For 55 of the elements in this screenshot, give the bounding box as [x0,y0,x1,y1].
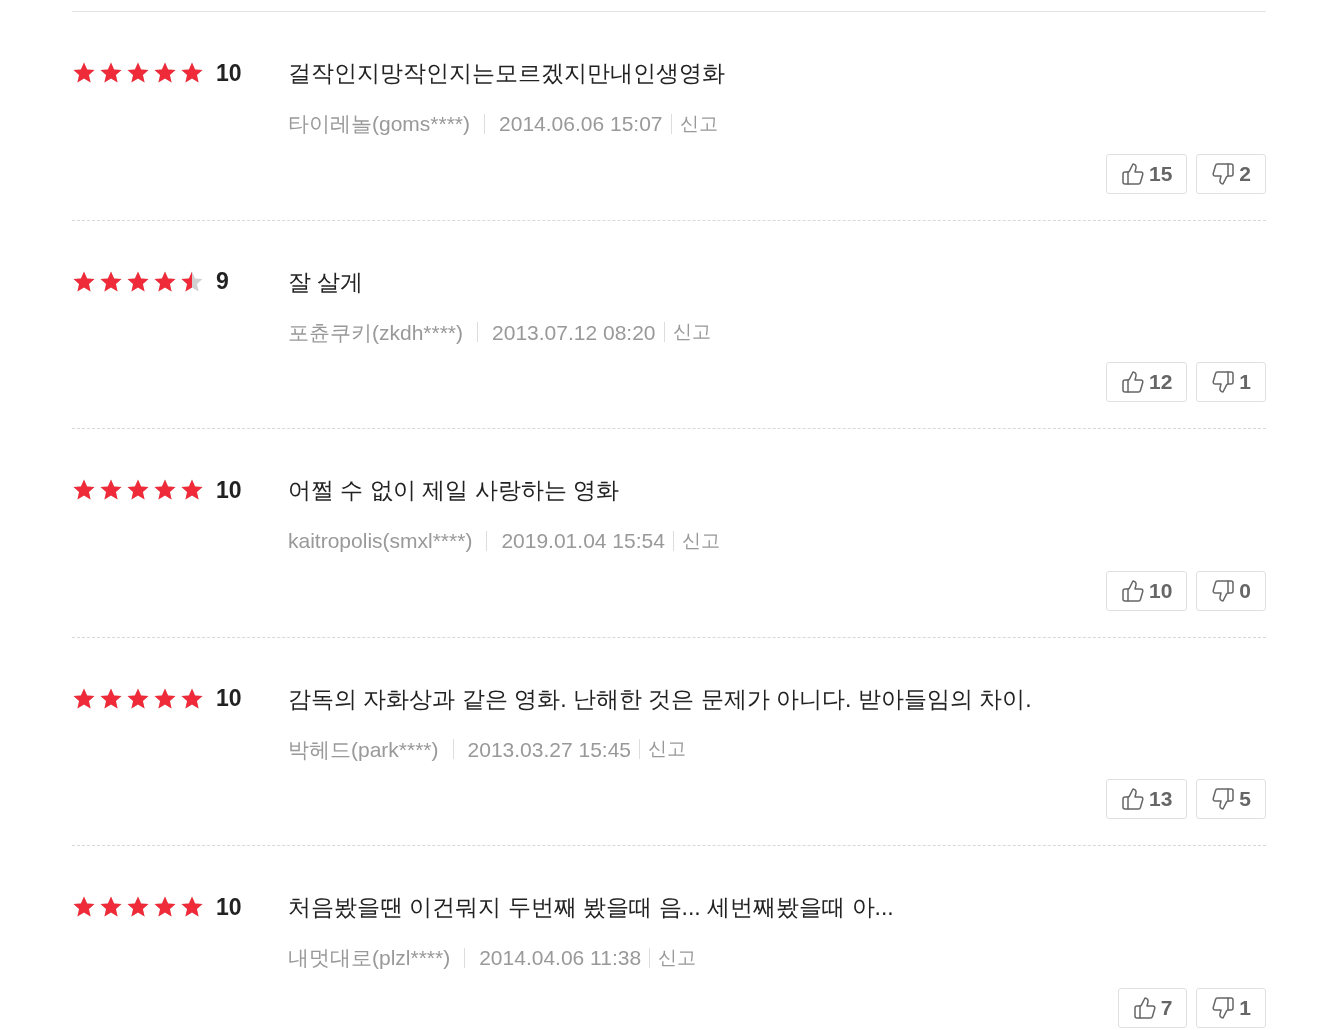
star-icon [99,478,123,502]
star-icon [126,895,150,919]
dislike-button[interactable]: 2 [1196,153,1266,194]
thumbs-down-icon [1211,370,1236,394]
star-icon [72,895,96,919]
star-icon [99,61,123,85]
star-icon [180,61,204,85]
star-icon [72,61,96,85]
like-button[interactable]: 15 [1105,153,1188,194]
review-text: 걸작인지망작인지는모르겠지만내인생영화 [288,59,726,88]
date: 2013.03.27 15:45 [467,736,632,763]
score: 10 [216,58,242,88]
score: 10 [216,684,242,714]
thumbs-up-icon [1120,578,1145,603]
thumbs-down-icon [1211,995,1236,1020]
like-button[interactable]: 13 [1105,779,1188,819]
author: 타이레놀(goms****) [288,111,471,137]
star-icon [72,478,96,502]
thumbs-down-icon [1211,161,1236,186]
author: 포츈쿠키(zkdh****) [288,319,464,346]
star-icon [180,895,204,919]
score: 10 [216,475,242,505]
star-icon [180,478,204,502]
score: 9 [216,267,229,297]
like-button[interactable]: 12 [1105,362,1188,402]
dislike-button[interactable]: 1 [1196,987,1266,1028]
date: 2013.07.12 08:20 [492,319,656,346]
review-text: 처음봤을땐 이건뭐지 두번째 봤을때 음... 세번째봤을때 아... [288,893,895,922]
score: 10 [216,892,242,922]
thumbs-down-icon [1211,787,1236,811]
star-icon [153,895,177,919]
author: 내멋대로(plzl****) [288,945,451,971]
star-icon [153,61,177,85]
thumbs-up-icon [1132,995,1157,1020]
date: 2019.01.04 15:54 [501,528,665,554]
star-icon [153,478,177,502]
thumbs-up-icon [1120,161,1145,186]
thumbs-up-icon [1120,370,1145,394]
thumbs-up-icon [1120,787,1145,811]
star-icon [126,61,150,85]
like-button[interactable]: 10 [1105,570,1188,611]
star-icon [126,478,150,502]
review-text: 감독의 자화상과 같은 영화. 난해한 것은 문제가 아니다. 받아들임의 차이. [288,684,1033,714]
review-text: 어쩔 수 없이 제일 사랑하는 영화 [288,476,620,505]
dislike-button[interactable]: 0 [1196,570,1266,611]
like-button[interactable]: 7 [1117,987,1188,1028]
review-text: 잘 살게 [288,267,365,297]
thumbs-down-icon [1211,578,1236,603]
date: 2014.04.06 11:38 [479,945,642,971]
date: 2014.06.06 15:07 [499,111,663,137]
author: kaitropolis(smxl****) [288,528,473,554]
author: 박헤드(park****) [288,736,439,763]
star-icon [99,895,123,919]
dislike-button[interactable]: 5 [1196,779,1266,819]
dislike-button[interactable]: 1 [1196,362,1266,402]
